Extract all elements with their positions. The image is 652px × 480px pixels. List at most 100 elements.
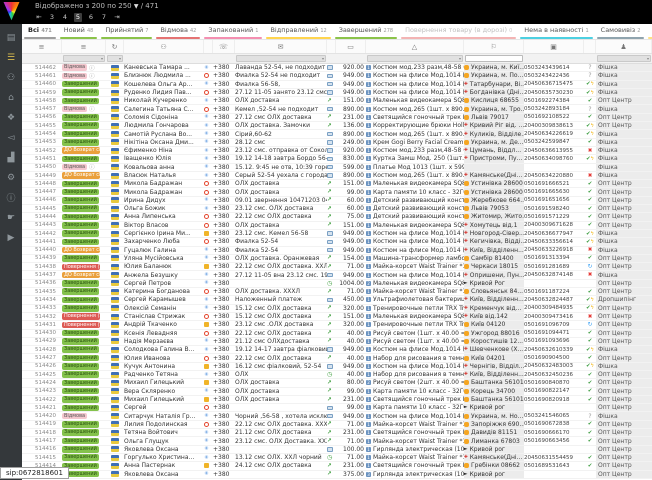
table-row[interactable]: 514436ЗавершенийСергей Петров✳+380◷1004.…: [22, 280, 652, 288]
table-row[interactable]: 514419ЗавершенийЛилия Подолинская+38022.…: [22, 421, 652, 429]
ttn-number[interactable]: 0501690666170: [524, 429, 584, 436]
column-ttn-header[interactable]: ▣: [524, 40, 584, 53]
ttn-number[interactable]: 20450635730230: [524, 89, 584, 96]
client-phone[interactable]: +380: [213, 72, 235, 79]
showing-range[interactable]: Відображено з 200 по 250 ▼ / 471: [35, 2, 159, 10]
column-ttn-status-header[interactable]: [584, 40, 596, 53]
ttn-number[interactable]: [524, 446, 584, 453]
statistics-icon[interactable]: ▟: [2, 148, 20, 167]
table-row[interactable]: 514447ЗавершенийМикола Бадражан+380ОЛХ д…: [22, 188, 652, 196]
page-button[interactable]: 7: [100, 13, 108, 22]
client-phone[interactable]: +380: [213, 421, 235, 428]
client-phone[interactable]: +380: [213, 471, 235, 478]
table-row[interactable]: 514435ЗавершенийКатерина Богданова+380ОЛ…: [22, 288, 652, 296]
client-phone[interactable]: +380: [213, 147, 235, 154]
ttn-number[interactable]: 0503243439614: [524, 64, 584, 71]
ttn-number[interactable]: 0501690822147: [524, 388, 584, 395]
ttn-number[interactable]: 0501690840870: [524, 379, 584, 386]
client-phone[interactable]: +380: [213, 89, 235, 96]
client-phone[interactable]: +380: [213, 379, 235, 386]
client-phone[interactable]: +380: [213, 396, 235, 403]
tab-Нема в наявності[interactable]: Нема в наявності 1: [518, 24, 594, 39]
ttn-number[interactable]: 20450632824487: [524, 296, 584, 303]
ttn-number[interactable]: 20450634226619: [524, 130, 584, 137]
ttn-number[interactable]: 20450632483003: [524, 363, 584, 370]
column-comment-filter-select[interactable]: ▾: [236, 55, 326, 62]
table-row[interactable]: 514461ВідмоваⓘБлизнюк Людмила ...+380Фиа…: [22, 72, 652, 80]
table-row[interactable]: 514456ЗавершенийСоломія Сідоніна✳+38027.…: [22, 114, 652, 122]
client-phone[interactable]: +380: [213, 263, 235, 270]
client-phone[interactable]: +380: [213, 330, 235, 337]
table-row[interactable]: 514452ДО Возврат ск..Єфименко Ніна✳+3802…: [22, 147, 652, 155]
client-phone[interactable]: +380: [213, 321, 235, 328]
ttn-number[interactable]: 0503242599847: [524, 139, 584, 146]
ttn-number[interactable]: 0501692108522: [524, 114, 584, 121]
ttn-number[interactable]: 0501689531643: [524, 462, 584, 469]
table-row[interactable]: 514443ЗавершенийВіктор Власов+380ОЛХ дос…: [22, 222, 652, 230]
tab-Самовивіз[interactable]: Самовивіз 2: [595, 24, 647, 39]
page-last-button[interactable]: ⇥: [113, 13, 121, 22]
purchases-icon[interactable]: ❖: [2, 108, 20, 127]
ttn-number[interactable]: [524, 280, 584, 287]
column-country-header[interactable]: ↻: [106, 40, 124, 53]
warehouse-icon[interactable]: ⌂: [2, 88, 20, 107]
ttn-number[interactable]: 20450634220880: [524, 172, 584, 179]
client-phone[interactable]: +380: [213, 404, 235, 411]
table-row[interactable]: 514437ДО Возврат ск..Анжела Безушку✳+380…: [22, 271, 652, 279]
table-row[interactable]: 514423ЗавершенийВера Скляренко✳+380ОЛХ д…: [22, 388, 652, 396]
hand-icon[interactable]: ☛: [2, 208, 20, 227]
client-phone[interactable]: +380: [213, 429, 235, 436]
ttn-number[interactable]: 20400309484935: [524, 305, 584, 312]
client-phone[interactable]: +380: [213, 130, 235, 137]
ttn-number[interactable]: 20450632874148: [524, 271, 584, 278]
table-row[interactable]: 514433ЗавершенийОлексій Семанін✳+38015.1…: [22, 305, 652, 313]
table-row[interactable]: 514438Повернення (з..Юлия Баланюк+38022.…: [22, 263, 652, 271]
dashboard-icon[interactable]: ▤: [2, 28, 20, 47]
column-status-filter-select[interactable]: ▾: [63, 55, 105, 62]
column-source-filter-select[interactable]: ▾: [597, 55, 651, 62]
client-phone[interactable]: +380: [213, 346, 235, 353]
column-product-header[interactable]: △: [366, 40, 464, 53]
ttn-number[interactable]: 0501690672838: [524, 421, 584, 428]
table-row[interactable]: 514442ЗавершенийСергієнко Ірина Ми...+38…: [22, 230, 652, 238]
client-phone[interactable]: +380: [213, 81, 235, 88]
table-row[interactable]: 514434ЗавершенийСергей Карамышев✳+380Нал…: [22, 296, 652, 304]
client-phone[interactable]: +380: [213, 305, 235, 312]
page-button[interactable]: 5: [74, 13, 82, 22]
client-phone[interactable]: +380: [213, 288, 235, 295]
table-row[interactable]: 514458ЗавершенийНиколай Кучеренко✳+380ОЛ…: [22, 97, 652, 105]
clients-icon[interactable]: ⚇: [2, 68, 20, 87]
client-phone[interactable]: +380: [213, 363, 235, 370]
table-row[interactable]: 514422ЗавершенийМихаил Гилецький+380ОЛХ …: [22, 396, 652, 404]
ttn-number[interactable]: 0501690904500: [524, 354, 584, 361]
table-row[interactable]: 514426ЗавершенийКучук Антонина+38016.12 …: [22, 363, 652, 371]
ttn-number[interactable]: 20450634098760: [524, 155, 584, 162]
ttn-number[interactable]: 20450632450236: [524, 371, 584, 378]
client-phone[interactable]: +380: [213, 64, 235, 71]
tab-Прийнятий[interactable]: Прийнятий 7: [99, 24, 154, 39]
tab-Новий[interactable]: Новий 48: [58, 24, 100, 39]
ttn-number[interactable]: 20400309473416: [524, 313, 584, 320]
tab-Завершений[interactable]: Завершений 278: [333, 24, 399, 39]
ttn-number[interactable]: 20450636613955: [524, 147, 584, 154]
client-phone[interactable]: +380: [213, 271, 235, 278]
client-phone[interactable]: +380: [213, 247, 235, 254]
ttn-number[interactable]: 20450632610339: [524, 346, 584, 353]
tab-Відправлений[interactable]: Відправлений 12: [264, 24, 332, 39]
client-phone[interactable]: +380: [213, 454, 235, 461]
ttn-number[interactable]: 20400309671628: [524, 222, 584, 229]
client-phone[interactable]: +380: [213, 280, 235, 287]
settings-icon[interactable]: ⚙: [2, 168, 20, 187]
ttn-number[interactable]: [524, 404, 584, 411]
client-phone[interactable]: +380: [213, 188, 235, 195]
client-phone[interactable]: +380: [213, 205, 235, 212]
info-icon[interactable]: ⓘ: [2, 188, 20, 207]
table-row[interactable]: 514432Повернення (з..Станіслав Стрижак+3…: [22, 313, 652, 321]
page-button[interactable]: 3: [48, 13, 56, 22]
chevron-down-icon[interactable]: ▼: [134, 3, 139, 10]
ttn-number[interactable]: 20450636715475: [524, 81, 584, 88]
table-row[interactable]: 514457ВідмоваⓘСалегина Татьяна С...+380К…: [22, 105, 652, 113]
ttn-number[interactable]: 0501691187224: [524, 288, 584, 295]
table-row[interactable]: 514440ДО Возврат ск..Гуцалюк Галина✳+380…: [22, 247, 652, 255]
client-phone[interactable]: +380: [213, 371, 235, 378]
